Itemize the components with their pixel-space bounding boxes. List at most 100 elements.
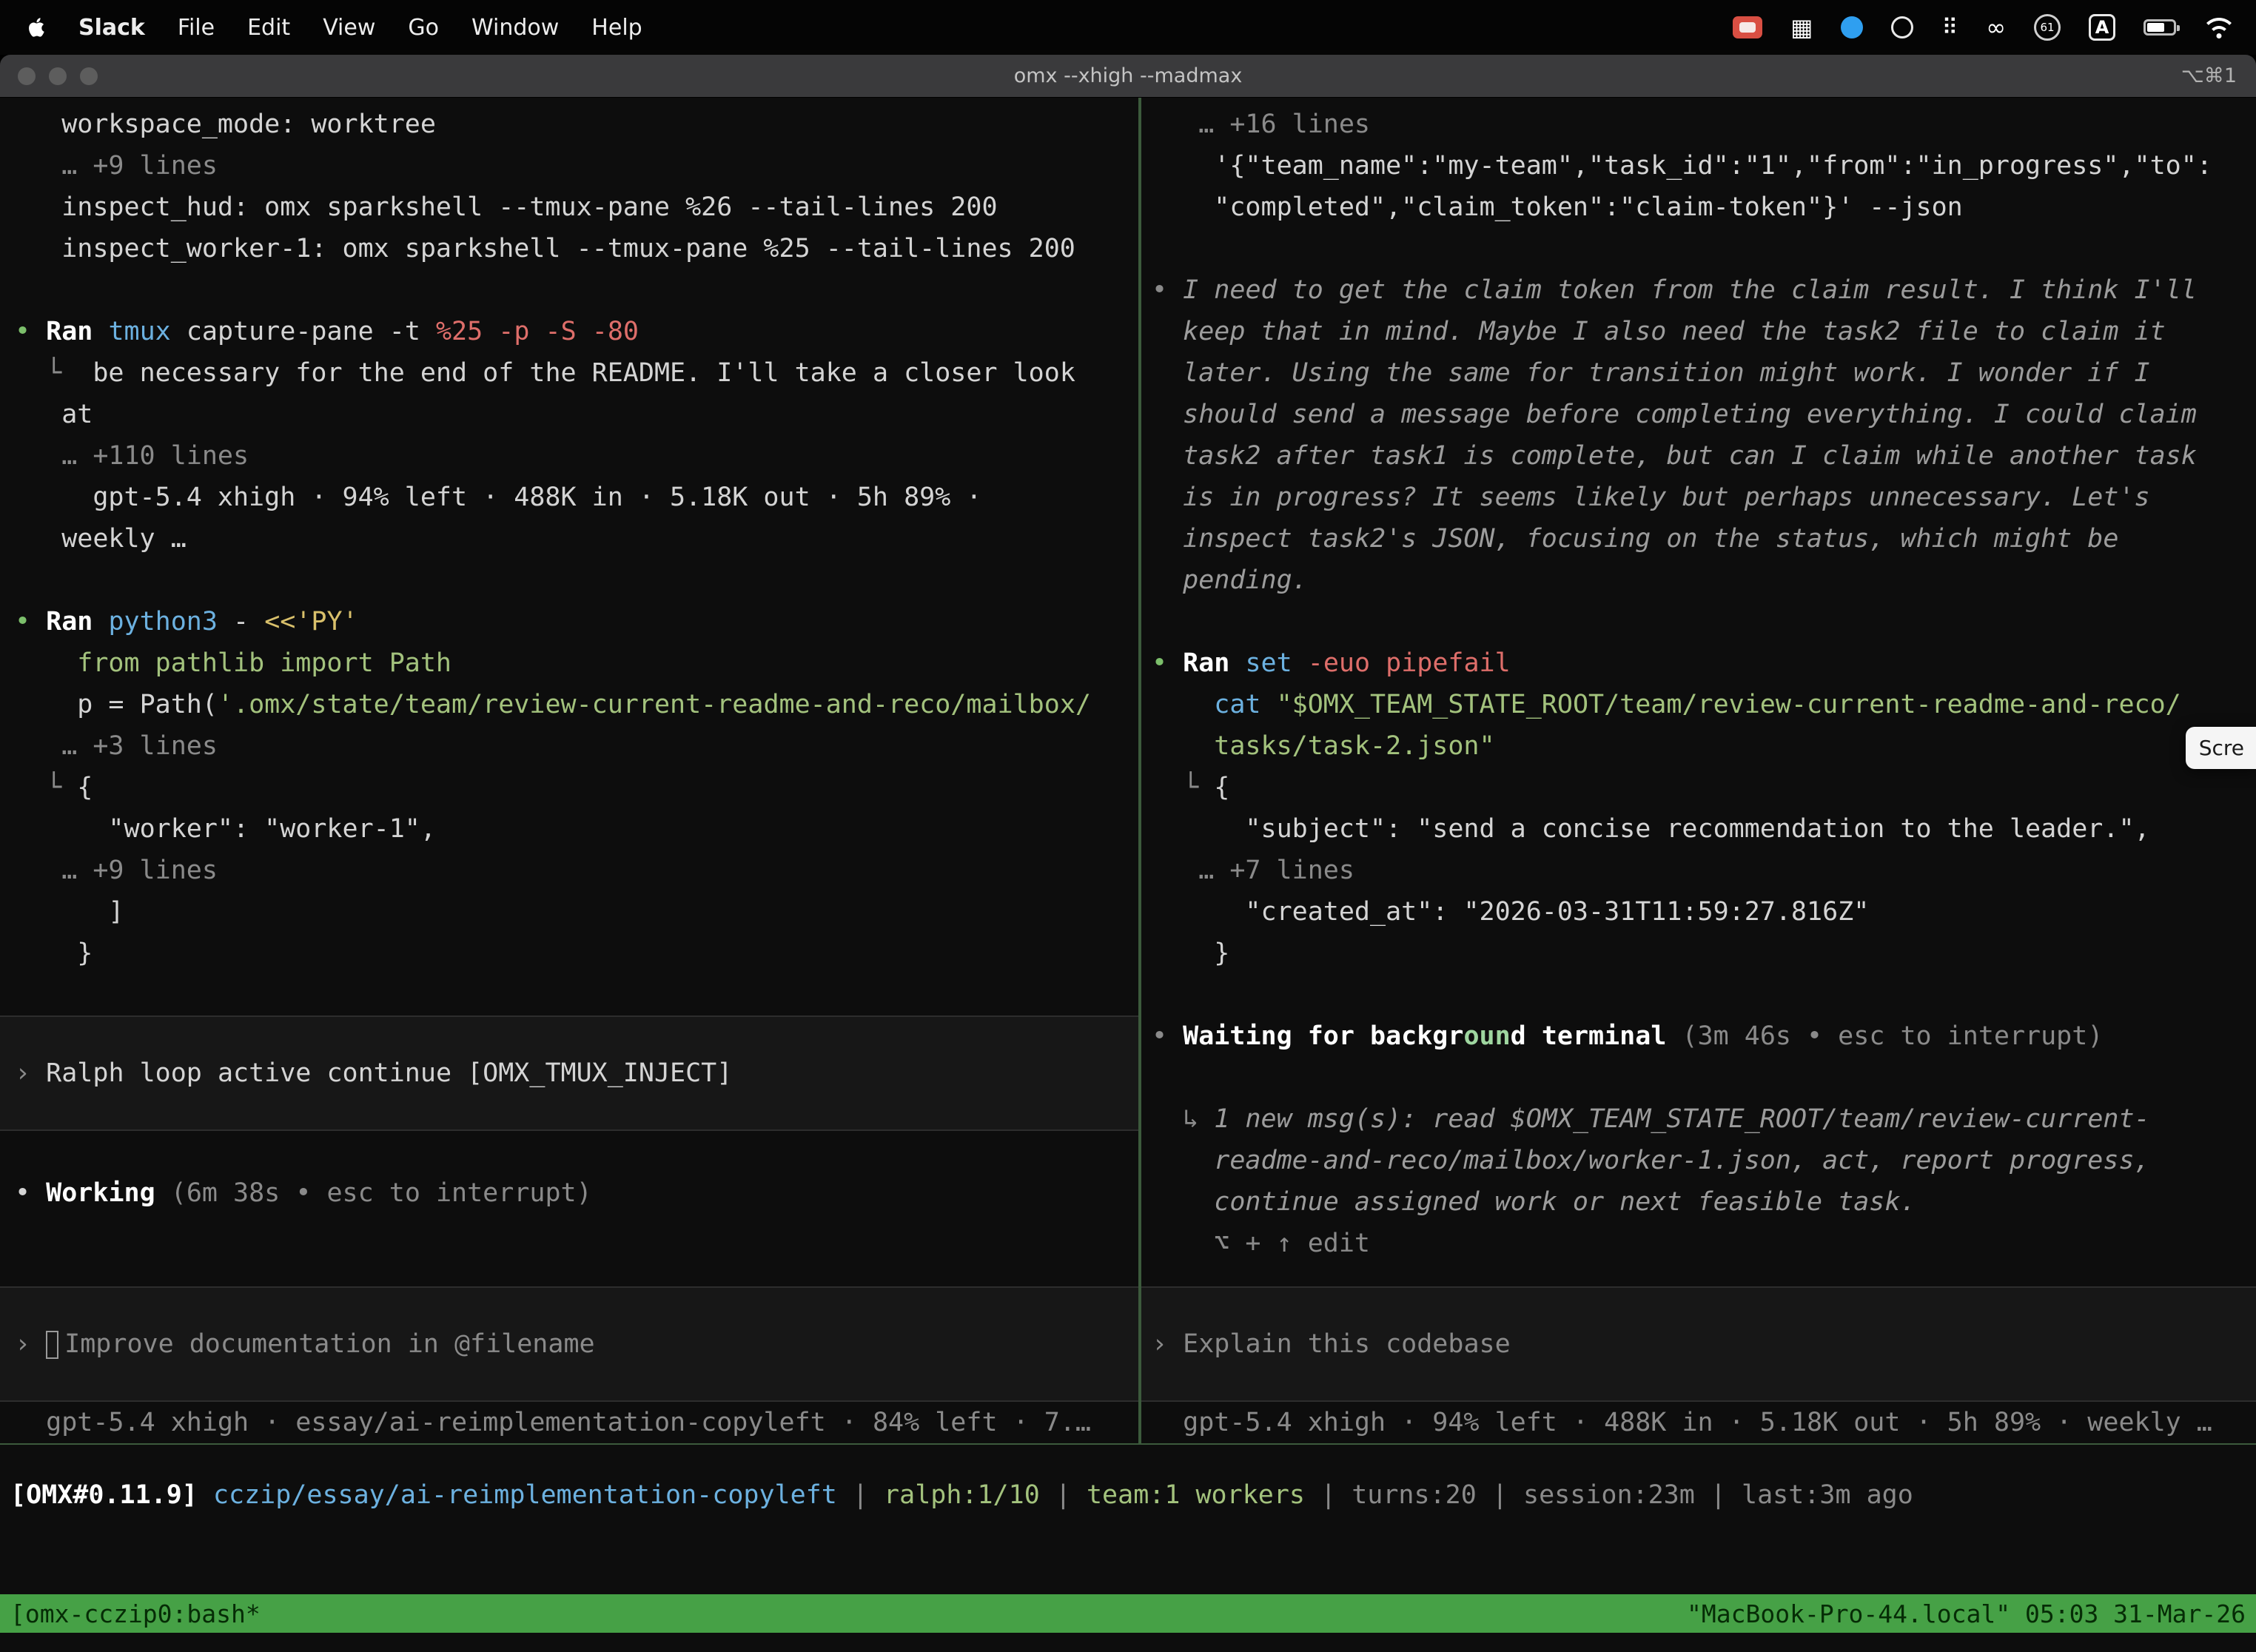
terminal-line: › Improve documentation in @filename: [0, 1323, 1138, 1365]
terminal-line: workspace_mode: worktree: [0, 104, 1138, 145]
text-cursor: [46, 1331, 58, 1359]
wifi-dot: [2217, 33, 2222, 38]
window-shortcut: ⌥⌘1: [2181, 64, 2256, 87]
terminal-line: inspect task2's JSON, focusing on the st…: [1141, 518, 2256, 560]
right-pane-transcript: … +16 lines'{"team_name":"my-team","task…: [1141, 104, 2256, 1264]
terminal-line: … +110 lines: [0, 435, 1138, 477]
terminal-line: should send a message before completing …: [1141, 394, 2256, 435]
screen-recording-icon[interactable]: [1733, 16, 1762, 38]
terminal-line: … +7 lines: [1141, 850, 2256, 891]
app-icon-blue[interactable]: [1841, 16, 1863, 38]
macos-menubar: SlackFileEditViewGoWindowHelp ▦ ⠿ ∞ 61 A: [0, 0, 2256, 55]
menubar-status-icons: ▦ ⠿ ∞ 61 A: [1733, 13, 2234, 41]
menu-edit[interactable]: Edit: [231, 15, 306, 41]
terminal-line: "subject": "send a concise recommendatio…: [1141, 808, 2256, 850]
terminal-line: continue assigned work or next feasible …: [1141, 1181, 2256, 1223]
terminal-line: ]: [0, 891, 1138, 933]
terminal-line: • I need to get the claim token from the…: [1141, 269, 2256, 311]
tmux-host-clock: "MacBook-Pro-44.local" 05:03 31-Mar-26: [1687, 1599, 2246, 1628]
terminal-line: at: [0, 394, 1138, 435]
wifi-icon[interactable]: [2204, 16, 2234, 38]
terminal-line: is in progress? It seems likely but perh…: [1141, 477, 2256, 518]
apple-menu[interactable]: [22, 16, 62, 39]
menu-help[interactable]: Help: [575, 15, 658, 41]
terminal-line: [1141, 974, 2256, 1015]
terminal-line: later. Using the same for transition mig…: [1141, 352, 2256, 394]
terminal-line: › Ralph loop active continue [OMX_TMUX_I…: [0, 1052, 1138, 1094]
terminal-line: pending.: [1141, 560, 2256, 601]
terminal-line: … +3 lines: [0, 725, 1138, 767]
terminal-line: weekly …: [0, 518, 1138, 560]
terminal-line: from pathlib import Path: [0, 642, 1138, 684]
minimize-button[interactable]: [49, 67, 67, 85]
terminal-line: }: [0, 933, 1138, 974]
terminal-line: • Working (6m 38s • esc to interrupt): [0, 1172, 1138, 1214]
terminal-line: keep that in mind. Maybe I also need the…: [1141, 311, 2256, 352]
app-icon-dark[interactable]: [1891, 16, 1913, 38]
left-terminal-pane[interactable]: workspace_mode: worktree… +9 linesinspec…: [0, 98, 1138, 1443]
terminal-line: cat "$OMX_TEAM_STATE_ROOT/team/review-cu…: [1141, 684, 2256, 725]
close-button[interactable]: [18, 67, 36, 85]
apple-logo-icon: [28, 16, 47, 39]
terminal-line: • Ran python3 - <<'PY': [0, 601, 1138, 642]
terminal-line: [0, 560, 1138, 601]
window-title: omx --xhigh --madmax: [0, 64, 2256, 87]
terminal-line: ↳ 1 new msg(s): read $OMX_TEAM_STATE_ROO…: [1141, 1098, 2256, 1140]
terminal-line: p = Path('.omx/state/team/review-current…: [0, 684, 1138, 725]
omx-hud: [OMX#0.11.9] cczip/essay/ai-reimplementa…: [0, 1443, 2256, 1594]
terminal-line: tasks/task-2.json": [1141, 725, 2256, 767]
terminal-window: workspace_mode: worktree… +9 linesinspec…: [0, 98, 2256, 1652]
battery-percentage-icon[interactable]: 61: [2034, 14, 2061, 41]
terminal-line: [0, 269, 1138, 311]
tmux-session-label: [omx-cczip0:bash*: [10, 1599, 261, 1628]
menu-go[interactable]: Go: [392, 15, 455, 41]
window-controls: [0, 67, 98, 85]
terminal-line: … +9 lines: [0, 145, 1138, 187]
terminal-line: [0, 1131, 1138, 1172]
keystroke-grid-icon[interactable]: ▦: [1790, 13, 1813, 41]
terminal-line: └ {: [1141, 767, 2256, 808]
tmux-panes: workspace_mode: worktree… +9 linesinspec…: [0, 98, 2256, 1443]
terminal-line: └ {: [0, 767, 1138, 808]
loop-app-icon[interactable]: ∞: [1986, 13, 2006, 41]
terminal-line: gpt-5.4 xhigh · essay/ai-reimplementatio…: [0, 1402, 1138, 1443]
left-composer-input[interactable]: › Improve documentation in @filename: [0, 1286, 1138, 1402]
ralph-loop-banner: › Ralph loop active continue [OMX_TMUX_I…: [0, 1015, 1138, 1131]
left-pane-transcript: workspace_mode: worktree… +9 linesinspec…: [0, 104, 1138, 1214]
menu-items: SlackFileEditViewGoWindowHelp: [22, 15, 659, 41]
terminal-line: '{"team_name":"my-team","task_id":"1","f…: [1141, 145, 2256, 187]
terminal-line: › Explain this codebase: [1141, 1323, 2256, 1365]
menu-slack[interactable]: Slack: [62, 15, 161, 41]
omx-hud-status-line: [OMX#0.11.9] cczip/essay/ai-reimplementa…: [0, 1474, 2256, 1516]
terminal-line: [0, 974, 1138, 1015]
menu-file[interactable]: File: [161, 15, 231, 41]
terminal-line: [1141, 601, 2256, 642]
terminal-line: "worker": "worker-1",: [0, 808, 1138, 850]
terminal-line: • Ran set -euo pipefail: [1141, 642, 2256, 684]
terminal-line: [1141, 228, 2256, 269]
left-pane-status-line: gpt-5.4 xhigh · essay/ai-reimplementatio…: [0, 1402, 1138, 1443]
zoom-button[interactable]: [80, 67, 98, 85]
terminal-line: readme-and-reco/mailbox/worker-1.json, a…: [1141, 1140, 2256, 1181]
input-source-icon[interactable]: A: [2089, 14, 2115, 41]
app-grid-icon[interactable]: ⠿: [1941, 15, 1958, 41]
terminal-line: … +9 lines: [0, 850, 1138, 891]
terminal-line: • Ran tmux capture-pane -t %25 -p -S -80: [0, 311, 1138, 352]
terminal-line: • Waiting for background terminal (3m 46…: [1141, 1015, 2256, 1057]
terminal-line: └ be necessary for the end of the README…: [0, 352, 1138, 394]
terminal-line: gpt-5.4 xhigh · 94% left · 488K in · 5.1…: [1141, 1402, 2256, 1443]
terminal-line: gpt-5.4 xhigh · 94% left · 488K in · 5.1…: [0, 477, 1138, 518]
right-terminal-pane[interactable]: … +16 lines'{"team_name":"my-team","task…: [1141, 98, 2256, 1443]
terminal-line: inspect_worker-1: omx sparkshell --tmux-…: [0, 228, 1138, 269]
terminal-line: }: [1141, 933, 2256, 974]
terminal-line: inspect_hud: omx sparkshell --tmux-pane …: [0, 187, 1138, 228]
right-composer-input[interactable]: › Explain this codebase: [1141, 1286, 2256, 1402]
right-pane-status-line: gpt-5.4 xhigh · 94% left · 488K in · 5.1…: [1141, 1402, 2256, 1443]
menu-view[interactable]: View: [306, 15, 392, 41]
menu-window[interactable]: Window: [455, 15, 575, 41]
terminal-line: [1141, 1057, 2256, 1098]
screen-notification-popup[interactable]: Scre: [2186, 727, 2256, 769]
battery-icon[interactable]: [2143, 19, 2176, 36]
terminal-line: ⌥ + ↑ edit: [1141, 1223, 2256, 1264]
tmux-status-bar: [omx-cczip0:bash* "MacBook-Pro-44.local"…: [0, 1594, 2256, 1633]
